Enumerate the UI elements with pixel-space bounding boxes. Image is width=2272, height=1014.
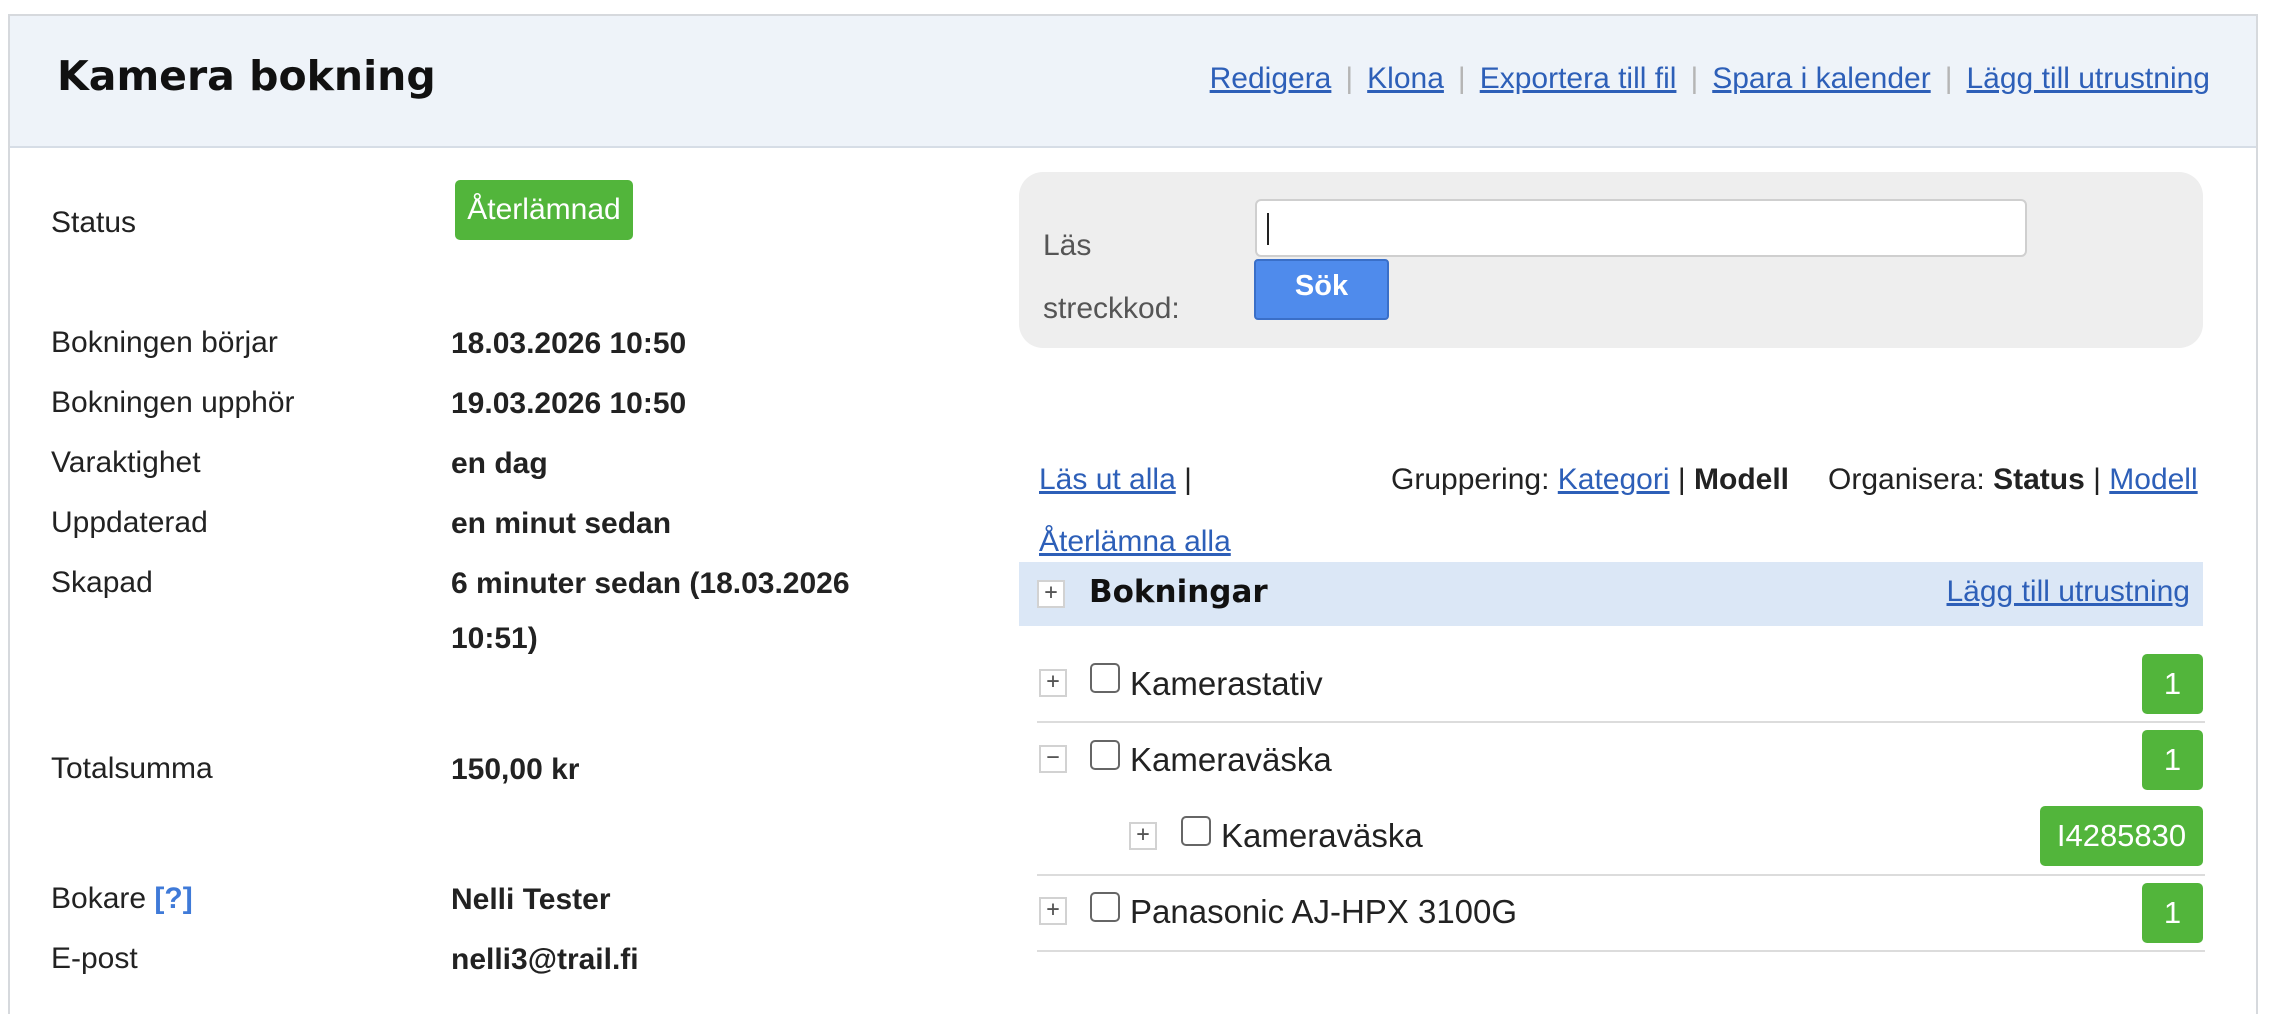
start-value: 18.03.2026 10:50 [451,327,687,360]
booker-label: Bokare [?] [51,882,193,916]
organize-status-active: Status [1993,463,2085,496]
booker-label-text: Bokare [51,882,147,915]
expand-icon[interactable]: + [1039,897,1067,925]
row-divider [1037,874,2205,876]
item-checkbox[interactable] [1181,816,1211,846]
page-title: Kamera bokning [57,52,436,100]
total-label: Totalsumma [51,752,213,785]
barcode-label: Läs streckkod: [1043,229,1180,325]
save-calendar-link[interactable]: Spara i kalender [1712,62,1930,95]
page-header: Kamera bokning Redigera | Klona | Exportera … [10,16,2256,148]
start-label: Bokningen börjar [51,326,278,359]
organize-label: Organisera: [1828,463,1985,496]
email-value: nelli3@trail.fi [451,943,639,976]
count-badge: 1 [2142,730,2203,790]
updated-label: Uppdaterad [51,506,208,539]
header-actions: Redigera | Klona | Exportera till fil | Spara … [1210,62,2210,96]
total-value: 150,00 kr [451,753,580,786]
separator: | [2093,463,2101,496]
created-value: 6 minuter sedan (18.03.2026 10:51) [451,567,850,655]
checkout-all-link[interactable]: Läs ut alla [1039,463,1176,496]
count-badge: 1 [2142,654,2203,714]
end-value: 19.03.2026 10:50 [451,387,687,420]
organize-control: Organisera: Status | Modell [1828,463,2198,497]
collapse-icon[interactable]: − [1039,745,1067,773]
separator: | [1944,62,1953,95]
booker-help-link[interactable]: [?] [154,882,192,915]
item-name: Kameraväska [1130,741,1332,778]
clone-link[interactable]: Klona [1367,62,1444,95]
return-all-group: Återlämna alla [1039,525,1231,559]
email-label: E-post [51,942,138,975]
expand-icon[interactable]: + [1039,669,1067,697]
item-checkbox[interactable] [1090,892,1120,922]
checkout-all-group: Läs ut alla | [1039,463,1192,497]
row-divider [1037,950,2205,952]
export-link[interactable]: Exportera till fil [1480,62,1677,95]
grouping-category-link[interactable]: Kategori [1558,463,1670,496]
bookings-group-header: + Bokningar Lägg till utrustning [1019,562,2203,626]
booker-value: Nelli Tester [451,883,611,916]
separator: | [1184,463,1192,496]
add-equipment-group-link[interactable]: Lägg till utrustning [1947,575,2191,609]
organize-model-link[interactable]: Modell [2109,463,2197,496]
item-checkbox[interactable] [1090,740,1120,770]
duration-label: Varaktighet [51,446,201,479]
barcode-input[interactable] [1255,199,2027,257]
separator: | [1677,463,1686,496]
bookings-title: Bokningar [1089,574,1268,610]
grouping-label: Gruppering: [1391,463,1550,496]
separator: | [1345,62,1354,95]
row-divider [1037,721,2205,723]
booking-panel: Kamera bokning Redigera | Klona | Exportera … [8,14,2258,1014]
grouping-model-active: Modell [1694,463,1790,496]
duration-value: en dag [451,447,548,480]
grouping-control: Gruppering: Kategori | Modell [1391,463,1789,497]
updated-value: en minut sedan [451,507,672,540]
separator: | [1457,62,1466,95]
expand-icon[interactable]: + [1129,822,1157,850]
edit-link[interactable]: Redigera [1210,62,1332,95]
status-badge: Återlämnad [455,180,633,240]
item-name: Kameraväska [1221,817,1423,854]
item-name: Panasonic AJ-HPX 3100G [1130,893,1518,930]
text-caret [1267,213,1269,245]
status-label: Status [51,206,137,239]
item-name: Kamerastativ [1130,665,1323,702]
separator: | [1690,62,1699,95]
created-label: Skapad [51,566,153,599]
expand-icon[interactable]: + [1037,580,1065,608]
return-all-link[interactable]: Återlämna alla [1039,525,1231,558]
search-button[interactable]: Sök [1254,259,1389,320]
end-label: Bokningen upphör [51,386,295,419]
count-badge: 1 [2142,883,2203,943]
item-checkbox[interactable] [1090,663,1120,693]
barcode-badge: I4285830 [2040,806,2203,866]
add-equipment-link[interactable]: Lägg till utrustning [1967,62,2211,95]
